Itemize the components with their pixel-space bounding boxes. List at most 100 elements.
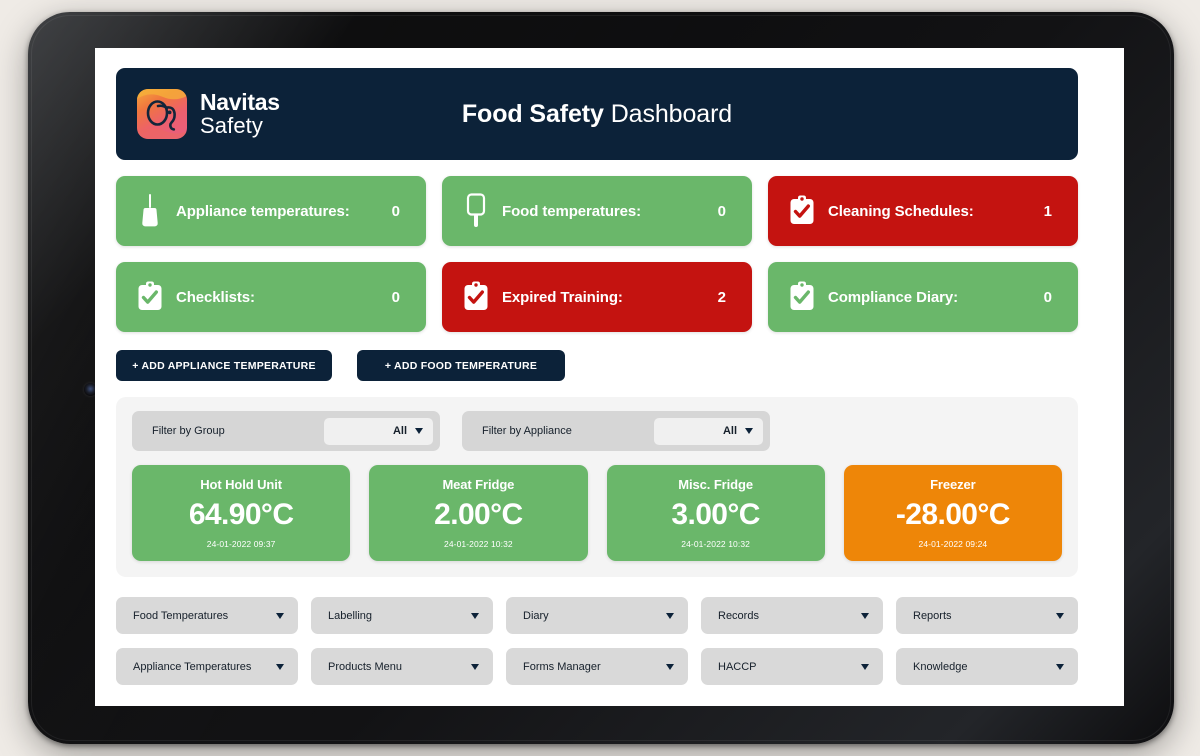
status-tile-label: Compliance Diary:	[828, 288, 959, 306]
nav-item-label: Knowledge	[913, 660, 968, 673]
temperature-card-value: 3.00°C	[671, 498, 760, 531]
chevron-down-icon	[861, 663, 869, 670]
temperature-card-value: 2.00°C	[434, 498, 523, 531]
temperature-reading-card[interactable]: Hot Hold Unit 64.90°C 24-01-2022 09:37	[132, 465, 351, 561]
chevron-down-icon	[861, 612, 869, 619]
status-tile[interactable]: Expired Training: 2	[442, 262, 752, 332]
chevron-down-icon	[276, 663, 284, 670]
status-tile-label: Appliance temperatures:	[176, 202, 350, 220]
add-appliance-temperature-button[interactable]: + ADD APPLIANCE TEMPERATURE	[116, 350, 332, 381]
status-tile-count: 0	[391, 288, 400, 306]
nav-item-label: Appliance Temperatures	[133, 660, 252, 673]
elephant-logo-icon	[137, 89, 187, 139]
chevron-down-icon	[415, 428, 423, 434]
status-tile[interactable]: Checklists: 0	[116, 262, 426, 332]
status-tile[interactable]: Appliance temperatures: 0	[116, 176, 426, 246]
nav-dropdown-products-menu[interactable]: Products Menu	[311, 648, 493, 685]
tablet-device-frame: Navitas Safety Food Safety Dashboard App…	[28, 12, 1174, 744]
chevron-down-icon	[1056, 612, 1064, 619]
temperature-card-name: Meat Fridge	[442, 477, 515, 492]
temperature-panel: Filter by Group All Filter by Appliance All…	[116, 397, 1078, 577]
probe-thermometer-icon	[133, 193, 167, 229]
filter-control: Filter by Appliance All	[462, 411, 770, 451]
temperature-card-value: -28.00°C	[895, 498, 1011, 531]
clipboard-check-icon	[464, 281, 488, 310]
chevron-down-icon	[745, 428, 753, 434]
app-header: Navitas Safety Food Safety Dashboard	[116, 68, 1078, 160]
brand: Navitas Safety	[137, 89, 280, 139]
temperature-card-name: Misc. Fridge	[678, 477, 753, 492]
brand-name-secondary: Safety	[200, 112, 263, 138]
clipboard-check-icon	[133, 281, 167, 313]
nav-item-label: Labelling	[328, 609, 373, 622]
chevron-down-icon	[471, 612, 479, 619]
tablet-screen: Navitas Safety Food Safety Dashboard App…	[95, 48, 1124, 706]
temperature-card-name: Hot Hold Unit	[200, 477, 282, 492]
nav-dropdown-food-temperatures[interactable]: Food Temperatures	[116, 597, 298, 634]
nav-dropdown-reports[interactable]: Reports	[896, 597, 1078, 634]
temperature-cards-grid: Hot Hold Unit 64.90°C 24-01-2022 09:37 Meat…	[132, 465, 1062, 561]
temperature-card-timestamp: 24-01-2022 10:32	[681, 539, 750, 549]
page-title-light: Dashboard	[610, 99, 733, 128]
temperature-card-value: 64.90°C	[188, 498, 294, 531]
page-title-bold: Food Safety	[461, 99, 604, 128]
status-tile-count: 2	[717, 288, 726, 306]
nav-dropdown-diary[interactable]: Diary	[506, 597, 688, 634]
chevron-down-icon	[1056, 663, 1064, 670]
temperature-reading-card[interactable]: Meat Fridge 2.00°C 24-01-2022 10:32	[369, 465, 588, 561]
filter-select-value: All	[722, 425, 737, 437]
nav-dropdown-labelling[interactable]: Labelling	[311, 597, 493, 634]
nav-item-label: Diary	[523, 609, 549, 622]
status-tile-label: Checklists:	[176, 288, 255, 306]
filter-select[interactable]: All	[324, 417, 433, 445]
nav-item-label: Food Temperatures	[133, 609, 229, 622]
nav-dropdown-forms-manager[interactable]: Forms Manager	[506, 648, 688, 685]
dashboard-page: Navitas Safety Food Safety Dashboard App…	[116, 68, 1078, 700]
clipboard-check-icon	[459, 281, 493, 313]
filter-label: Filter by Appliance	[482, 425, 572, 437]
brand-name-primary: Navitas	[200, 89, 280, 116]
bottom-navigation-grid: Food Temperatures Labelling Diary Records Re…	[116, 597, 1078, 685]
status-tile-count: 0	[391, 202, 400, 220]
nav-item-label: Products Menu	[328, 660, 402, 673]
clipboard-check-icon	[790, 281, 814, 310]
temperature-card-timestamp: 24-01-2022 09:24	[918, 539, 988, 549]
status-tile[interactable]: Cleaning Schedules: 1	[768, 176, 1078, 246]
brand-text: Navitas Safety	[200, 89, 280, 138]
filter-select[interactable]: All	[654, 417, 763, 445]
nav-item-label: Records	[718, 609, 759, 622]
status-tile-count: 1	[1043, 202, 1052, 220]
status-tile[interactable]: Food temperatures: 0	[442, 176, 752, 246]
paddle-probe-icon	[466, 193, 486, 227]
nav-dropdown-knowledge[interactable]: Knowledge	[896, 648, 1078, 685]
nav-dropdown-appliance-temperatures[interactable]: Appliance Temperatures	[116, 648, 298, 685]
action-buttons-row: + ADD APPLIANCE TEMPERATURE + ADD FOOD T…	[116, 350, 1078, 381]
status-tile[interactable]: Compliance Diary: 0	[768, 262, 1078, 332]
chevron-down-icon	[666, 663, 674, 670]
temperature-card-timestamp: 24-01-2022 10:32	[444, 539, 513, 549]
chevron-down-icon	[471, 663, 479, 670]
add-food-temperature-button[interactable]: + ADD FOOD TEMPERATURE	[357, 350, 565, 381]
nav-item-label: Reports	[913, 609, 952, 622]
chevron-down-icon	[276, 612, 284, 619]
status-tile-label: Expired Training:	[502, 288, 623, 306]
clipboard-check-icon	[785, 281, 819, 313]
status-tile-label: Cleaning Schedules:	[828, 202, 974, 220]
temperature-card-timestamp: 24-01-2022 09:37	[206, 539, 276, 549]
nav-dropdown-records[interactable]: Records	[701, 597, 883, 634]
clipboard-check-icon	[785, 195, 819, 227]
nav-dropdown-haccp[interactable]: HACCP	[701, 648, 883, 685]
filters-row: Filter by Group All Filter by Appliance All	[132, 411, 1062, 451]
temperature-reading-card[interactable]: Freezer -28.00°C 24-01-2022 09:24	[843, 465, 1062, 561]
chevron-down-icon	[666, 612, 674, 619]
status-tile-count: 0	[717, 202, 726, 220]
nav-item-label: HACCP	[718, 660, 757, 673]
status-tile-label: Food temperatures:	[502, 202, 642, 220]
probe-thermometer-icon	[142, 194, 158, 227]
status-tile-count: 0	[1043, 288, 1052, 306]
filter-select-value: All	[392, 425, 407, 437]
temperature-card-name: Freezer	[930, 477, 976, 492]
clipboard-check-icon	[138, 281, 162, 310]
status-tiles-grid: Appliance temperatures: 0 Food temperature…	[116, 176, 1078, 332]
temperature-reading-card[interactable]: Misc. Fridge 3.00°C 24-01-2022 10:32	[606, 465, 825, 561]
